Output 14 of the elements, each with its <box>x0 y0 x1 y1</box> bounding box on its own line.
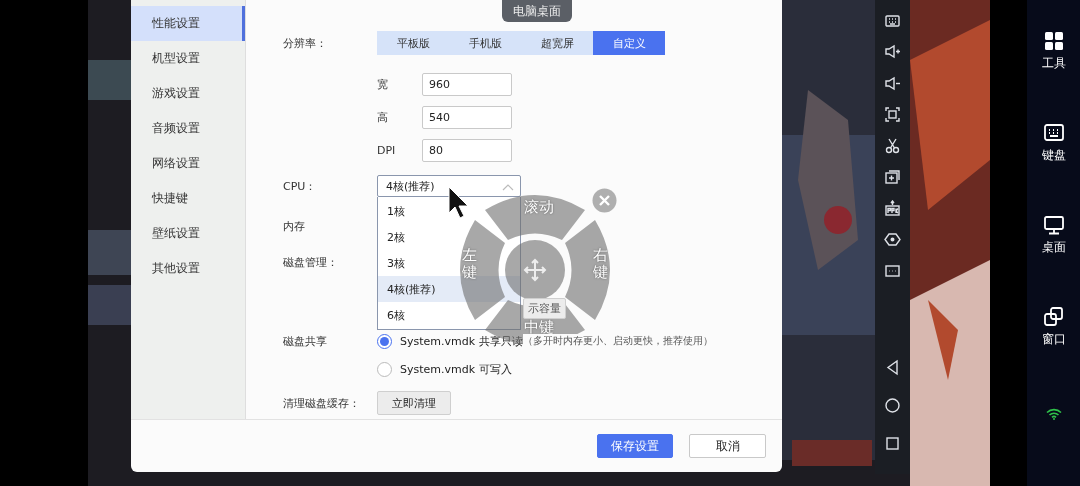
radio-label: System.vmdk 可写入 <box>400 361 512 377</box>
joystick-label: 中键 <box>524 319 554 336</box>
field-label: 内存 <box>283 218 306 234</box>
field-label: CPU： <box>283 178 318 194</box>
field-label: DPI <box>377 144 397 157</box>
field-label: 宽 <box>377 77 389 92</box>
radio-label: System.vmdk 共享只读 <box>400 333 523 349</box>
field-label: 高 <box>377 110 389 125</box>
field-label: 分辨率： <box>283 35 328 51</box>
joystick-label: 滚动 <box>524 199 554 216</box>
field-label: 清理磁盘缓存： <box>283 395 361 411</box>
field-label: 磁盘共享 <box>283 333 328 349</box>
joystick-label: 右键 <box>593 247 608 280</box>
field-label: 磁盘管理： <box>283 254 339 270</box>
